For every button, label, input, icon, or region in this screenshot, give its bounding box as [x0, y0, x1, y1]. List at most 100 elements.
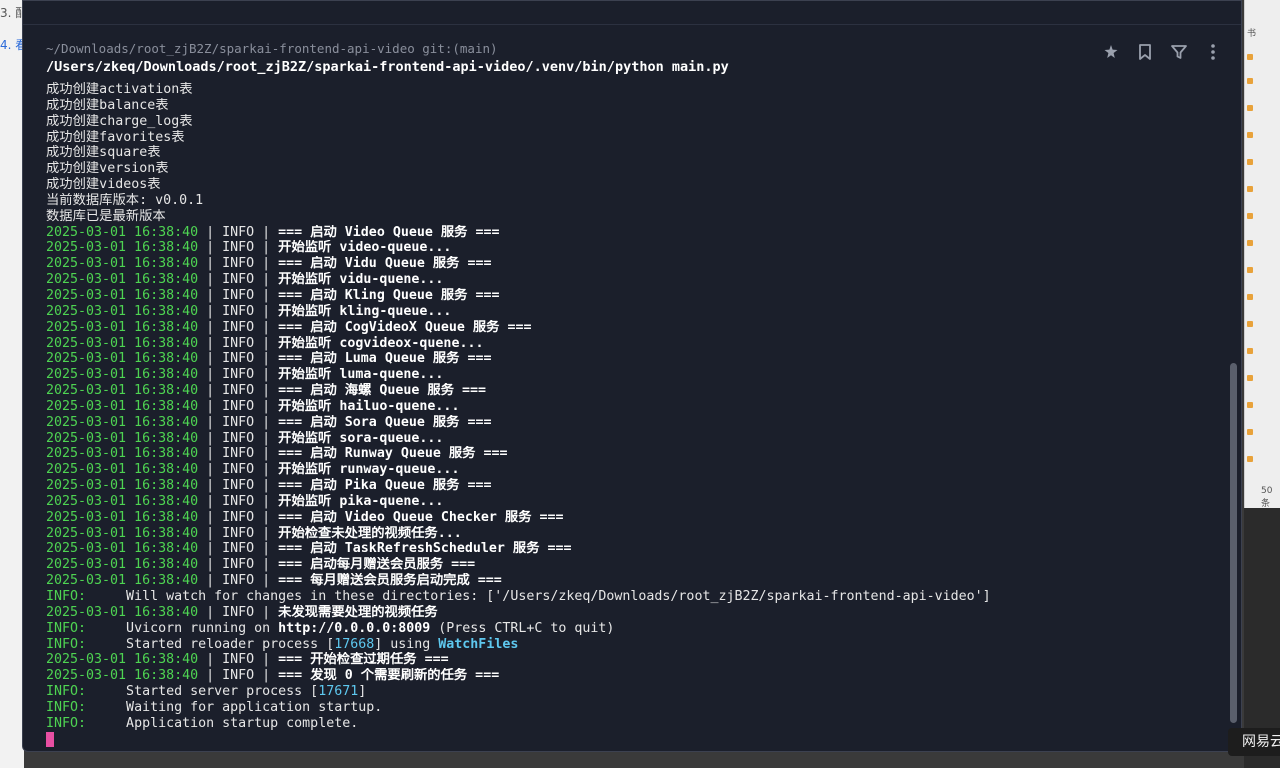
- row-marker: [1247, 267, 1253, 273]
- log-line: 2025-03-01 16:38:40 | INFO | 开始监听 pika-q…: [46, 494, 1226, 510]
- log-message: 开始监听 vidu-quene...: [278, 272, 444, 288]
- log-timestamp: 2025-03-01 16:38:40: [46, 256, 199, 272]
- log-timestamp: 2025-03-01 16:38:40: [46, 240, 199, 256]
- filter-button[interactable]: [1169, 41, 1189, 63]
- row-marker: [1247, 159, 1253, 165]
- pin-button[interactable]: [1101, 41, 1121, 63]
- row-marker: [1247, 348, 1253, 354]
- log-separator: | INFO |: [198, 430, 279, 446]
- uvicorn-info-line: INFO: Waiting for application startup.: [46, 700, 1226, 716]
- log-timestamp: 2025-03-01 16:38:40: [46, 367, 199, 383]
- log-separator: | INFO |: [198, 509, 279, 525]
- log-separator: | INFO |: [198, 414, 279, 430]
- bookmark-button[interactable]: [1135, 41, 1155, 63]
- log-timestamp: 2025-03-01 16:38:40: [46, 604, 199, 620]
- log-message: 开始监听 sora-queue...: [278, 430, 444, 446]
- reloader-tool: WatchFiles: [438, 636, 519, 652]
- info-label: INFO:: [46, 636, 87, 652]
- log-message: === 发现 0 个需要刷新的任务 ===: [278, 668, 500, 684]
- terminal-window[interactable]: ~/Downloads/root_zjB2Z/sparkai-frontend-…: [22, 0, 1242, 752]
- log-separator: | INFO |: [198, 367, 279, 383]
- log-separator: | INFO |: [198, 287, 279, 303]
- log-separator: | INFO |: [198, 335, 279, 351]
- output-line: 当前数据库版本: v0.0.1: [46, 192, 204, 208]
- log-line: 2025-03-01 16:38:40 | INFO | === 启动 Vidu…: [46, 256, 1226, 272]
- background-text: 书: [1247, 29, 1257, 39]
- row-marker: [1247, 186, 1253, 192]
- row-marker: [1247, 375, 1253, 381]
- log-line: 2025-03-01 16:38:40 | INFO | 开始监听 cogvid…: [46, 336, 1226, 352]
- scrollbar[interactable]: [1230, 363, 1237, 723]
- log-timestamp: 2025-03-01 16:38:40: [46, 398, 199, 414]
- log-message: 开始监听 pika-quene...: [278, 493, 444, 509]
- log-timestamp: 2025-03-01 16:38:40: [46, 509, 199, 525]
- more-button[interactable]: [1203, 41, 1223, 63]
- log-line: 2025-03-01 16:38:40 | INFO | === 发现 0 个需…: [46, 668, 1226, 684]
- log-line: 2025-03-01 16:38:40 | INFO | === 启动 Runw…: [46, 446, 1226, 462]
- log-line: 2025-03-01 16:38:40 | INFO | === 启动 CogV…: [46, 320, 1226, 336]
- log-message: === 启动 CogVideoX Queue 服务 ===: [278, 319, 532, 335]
- log-timestamp: 2025-03-01 16:38:40: [46, 335, 199, 351]
- log-message: === 启动 Luma Queue 服务 ===: [278, 351, 492, 367]
- page-size-select[interactable]: 50条: [1261, 486, 1280, 508]
- info-message: ] using: [374, 636, 439, 652]
- log-line: 2025-03-01 16:38:40 | INFO | === 启动 Pika…: [46, 478, 1226, 494]
- row-marker: [1247, 429, 1253, 435]
- notification-toast[interactable]: 网易云: [1228, 728, 1280, 756]
- process-id: 17668: [334, 636, 375, 652]
- log-separator: | INFO |: [198, 557, 279, 573]
- log-separator: | INFO |: [198, 256, 279, 272]
- log-message: 开始监听 hailuo-quene...: [278, 398, 460, 414]
- log-separator: | INFO |: [198, 462, 279, 478]
- log-line: 2025-03-01 16:38:40 | INFO | === 启动 Vide…: [46, 225, 1226, 241]
- info-label: INFO:: [46, 620, 87, 636]
- log-message: === 启动 海螺 Queue 服务 ===: [278, 383, 487, 399]
- log-message: === 启动 Kling Queue 服务 ===: [278, 287, 500, 303]
- input-line[interactable]: [46, 731, 1226, 748]
- log-timestamp: 2025-03-01 16:38:40: [46, 573, 199, 589]
- log-message: 未发现需要处理的视频任务: [278, 604, 438, 620]
- log-separator: | INFO |: [198, 383, 279, 399]
- background-app-right: 书 50条: [1244, 0, 1280, 508]
- info-message: Uvicorn running on: [86, 620, 279, 636]
- log-message: === 开始检查过期任务 ===: [278, 652, 449, 668]
- background-app-left: 3. 配 4. 看: [0, 0, 24, 768]
- output-line: 成功创建videos表: [46, 177, 161, 193]
- log-line: 2025-03-01 16:38:40 | INFO | === 每月赠送会员服…: [46, 573, 1226, 589]
- log-message: 开始检查未处理的视频任务...: [278, 525, 462, 541]
- log-separator: | INFO |: [198, 272, 279, 288]
- info-label: INFO:: [46, 715, 87, 731]
- background-link[interactable]: 4. 看: [0, 36, 24, 53]
- bookmark-icon: [1137, 43, 1153, 61]
- command-line: /Users/zkeq/Downloads/root_zjB2Z/sparkai…: [46, 59, 729, 75]
- log-message: 开始监听 luma-quene...: [278, 367, 444, 383]
- log-separator: | INFO |: [198, 652, 279, 668]
- output-line: 成功创建favorites表: [46, 129, 185, 145]
- filter-icon: [1170, 43, 1188, 61]
- row-marker: [1247, 294, 1253, 300]
- log-line: 2025-03-01 16:38:40 | INFO | 开始监听 video-…: [46, 240, 1226, 256]
- log-separator: | INFO |: [198, 224, 279, 240]
- log-separator: | INFO |: [198, 398, 279, 414]
- log-timestamp: 2025-03-01 16:38:40: [46, 287, 199, 303]
- log-message: === 每月赠送会员服务启动完成 ===: [278, 573, 502, 589]
- log-line: 2025-03-01 16:38:40 | INFO | === 启动 Klin…: [46, 288, 1226, 304]
- info-label: INFO:: [46, 684, 87, 700]
- log-line: 2025-03-01 16:38:40 | INFO | 开始检查未处理的视频任…: [46, 526, 1226, 542]
- info-message: Will watch for changes in these director…: [86, 589, 991, 604]
- log-timestamp: 2025-03-01 16:38:40: [46, 319, 199, 335]
- row-marker: [1247, 54, 1253, 60]
- process-id: 17671: [318, 684, 359, 700]
- background-text: 3. 配: [0, 6, 24, 20]
- info-message: ]: [358, 684, 367, 700]
- server-url[interactable]: http://0.0.0.0:8009: [278, 621, 430, 636]
- log-separator: | INFO |: [198, 668, 279, 684]
- log-message: 开始监听 runway-queue...: [278, 462, 460, 478]
- info-message: (Press CTRL+C to quit): [430, 620, 615, 636]
- log-separator: | INFO |: [198, 525, 279, 541]
- log-line: 2025-03-01 16:38:40 | INFO | 开始监听 hailuo…: [46, 399, 1226, 415]
- log-message: === 启动 Vidu Queue 服务 ===: [278, 256, 492, 272]
- uvicorn-info-line: INFO: Uvicorn running on http://0.0.0.0:…: [46, 621, 1226, 637]
- info-message: Application startup complete.: [86, 715, 359, 731]
- terminal-output: 成功创建activation表 成功创建balance表 成功创建charge_…: [46, 82, 1226, 747]
